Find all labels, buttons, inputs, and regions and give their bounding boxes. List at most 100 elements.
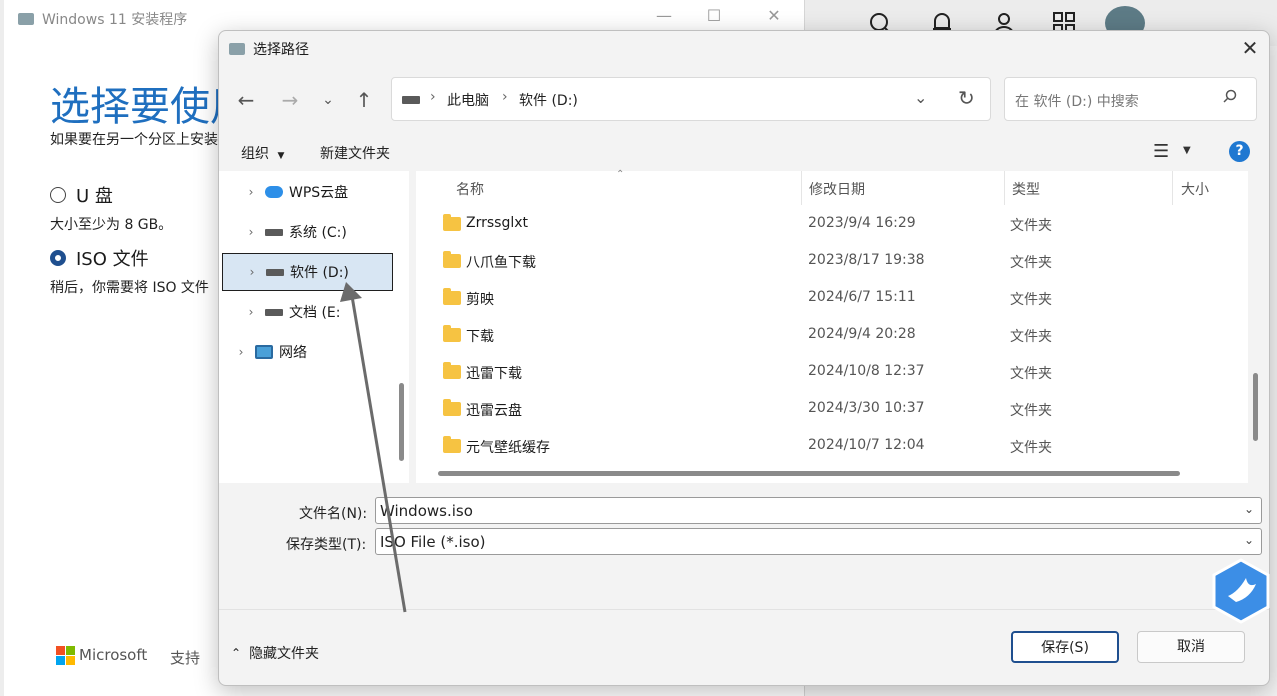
search-icon[interactable]: [1223, 88, 1237, 107]
nav-item-drive-d[interactable]: › 软件 (D:): [222, 253, 393, 291]
cancel-button[interactable]: 取消: [1137, 631, 1245, 663]
nav-scrollbar[interactable]: [399, 383, 404, 461]
column-divider[interactable]: [801, 171, 802, 205]
file-name: 迅雷云盘: [466, 403, 522, 419]
nav-item-label: 软件 (D:): [290, 265, 349, 281]
refresh-icon[interactable]: ↻: [958, 86, 975, 110]
table-row[interactable]: Zrrssglxt 2023/9/4 16:29 文件夹: [416, 207, 1248, 244]
breadcrumb-drive-d[interactable]: 软件 (D:): [519, 90, 578, 110]
chevron-up-icon: ⌃: [231, 646, 242, 660]
column-divider[interactable]: [1004, 171, 1005, 205]
chevron-right-icon[interactable]: ›: [241, 185, 261, 199]
search-box[interactable]: 在 软件 (D:) 中搜索: [1004, 77, 1257, 121]
file-date: 2024/3/30 10:37: [808, 400, 925, 416]
filename-field[interactable]: Windows.iso ⌄: [375, 497, 1262, 524]
folder-icon: [443, 362, 461, 379]
chevron-down-icon[interactable]: ⌄: [1244, 533, 1254, 547]
navigation-pane: › WPS云盘 › 系统 (C:) › 软件 (D:) › 文档 (E: › 网…: [219, 171, 409, 483]
usb-option-label: U 盘: [76, 186, 113, 207]
chevron-right-icon[interactable]: ›: [231, 345, 251, 359]
nav-item-drive-c[interactable]: › 系统 (C:): [219, 213, 409, 251]
file-date: 2024/6/7 15:11: [808, 289, 916, 305]
column-header-size[interactable]: 大小: [1181, 179, 1209, 199]
hide-folders-label: 隐藏文件夹: [249, 646, 320, 662]
chevron-down-icon[interactable]: ⌄: [914, 88, 927, 107]
file-type: 文件夹: [1010, 403, 1052, 419]
file-type: 文件夹: [1010, 329, 1052, 345]
recent-locations-icon[interactable]: ⌄: [315, 87, 341, 113]
horizontal-scrollbar[interactable]: [438, 471, 1180, 476]
file-date: 2023/9/4 16:29: [808, 215, 916, 231]
folder-icon: [443, 399, 461, 416]
table-row[interactable]: 迅雷下载 2024/10/8 12:37 文件夹: [416, 355, 1248, 392]
microsoft-brand: Microsoft: [79, 646, 148, 664]
column-header-date[interactable]: 修改日期: [809, 179, 865, 199]
hide-folders-toggle[interactable]: ⌃ 隐藏文件夹: [231, 643, 319, 663]
forward-icon[interactable]: →: [277, 87, 303, 113]
usb-radio[interactable]: [50, 187, 66, 203]
file-type: 文件夹: [1010, 440, 1052, 456]
chevron-right-icon[interactable]: ›: [241, 225, 261, 239]
installer-subtitle: 如果要在另一个分区上安装: [50, 132, 218, 148]
divider: [219, 609, 1269, 610]
file-type: 文件夹: [1010, 292, 1052, 308]
table-row[interactable]: 下载 2024/9/4 20:28 文件夹: [416, 318, 1248, 355]
column-divider[interactable]: [1172, 171, 1173, 205]
usb-option[interactable]: U 盘: [50, 182, 113, 208]
iso-radio[interactable]: [50, 250, 66, 266]
maximize-icon[interactable]: ☐: [694, 6, 734, 25]
dialog-title: 选择路径: [253, 42, 309, 58]
file-date: 2024/10/7 12:04: [808, 437, 925, 453]
address-bar[interactable]: › 此电脑 › 软件 (D:) ⌄ ↻: [391, 77, 991, 121]
dialog-app-icon: [229, 43, 245, 55]
back-icon[interactable]: ←: [233, 87, 259, 113]
file-type: 文件夹: [1010, 366, 1052, 382]
breadcrumb-this-pc[interactable]: 此电脑: [447, 90, 489, 110]
table-row[interactable]: 迅雷云盘 2024/3/30 10:37 文件夹: [416, 392, 1248, 429]
file-type: 文件夹: [1010, 255, 1052, 271]
support-link[interactable]: 支持: [170, 647, 200, 668]
cloud-icon: [265, 186, 283, 198]
nav-item-wps-cloud[interactable]: › WPS云盘: [219, 173, 409, 211]
filetype-select[interactable]: ISO File (*.iso) ⌄: [375, 528, 1262, 555]
nav-item-network[interactable]: › 网络: [219, 333, 409, 371]
file-name: 元气壁纸缓存: [466, 440, 550, 456]
filetype-label: 保存类型(T):: [286, 537, 367, 553]
organize-menu[interactable]: 组织 ▼: [241, 143, 284, 163]
save-button[interactable]: 保存(S): [1011, 631, 1119, 663]
nav-item-label: WPS云盘: [289, 185, 349, 201]
folder-icon: [443, 436, 461, 453]
vertical-scrollbar[interactable]: [1253, 373, 1258, 441]
nav-item-drive-e[interactable]: › 文档 (E:: [219, 293, 409, 331]
dialog-close-icon[interactable]: ✕: [1235, 35, 1265, 63]
dialog-titlebar: 选择路径: [229, 39, 309, 59]
table-row[interactable]: 八爪鱼下载 2023/8/17 19:38 文件夹: [416, 244, 1248, 281]
bird-badge-icon[interactable]: [1210, 558, 1272, 624]
close-icon[interactable]: ✕: [754, 6, 794, 25]
chevron-right-icon[interactable]: ›: [242, 265, 262, 279]
chevron-right-icon[interactable]: ›: [241, 305, 261, 319]
folder-icon: [443, 325, 461, 342]
file-date: 2023/8/17 19:38: [808, 252, 925, 268]
drive-icon: [265, 308, 283, 316]
file-name: 迅雷下载: [466, 366, 522, 382]
iso-option[interactable]: ISO 文件: [50, 245, 149, 271]
caret-down-icon: ▼: [277, 151, 285, 161]
help-icon[interactable]: ?: [1229, 141, 1250, 162]
view-list-icon[interactable]: ☰: [1153, 141, 1169, 162]
chevron-down-icon[interactable]: ⌄: [1244, 502, 1254, 516]
caret-down-icon[interactable]: ▼: [1183, 145, 1191, 156]
column-header-type[interactable]: 类型: [1012, 179, 1040, 199]
chevron-right-icon: ›: [502, 89, 508, 105]
network-icon: [255, 345, 273, 359]
table-row[interactable]: 剪映 2024/6/7 15:11 文件夹: [416, 281, 1248, 318]
nav-item-label: 网络: [279, 345, 307, 361]
organize-label: 组织: [241, 146, 269, 162]
column-header-name[interactable]: 名称: [456, 179, 484, 199]
minimize-icon[interactable]: —: [644, 6, 684, 25]
table-row[interactable]: 元气壁纸缓存 2024/10/7 12:04 文件夹: [416, 429, 1248, 466]
folder-icon: [443, 251, 461, 268]
up-icon[interactable]: ↑: [351, 87, 377, 113]
new-folder-button[interactable]: 新建文件夹: [320, 143, 390, 163]
filetype-value: ISO File (*.iso): [380, 533, 486, 551]
